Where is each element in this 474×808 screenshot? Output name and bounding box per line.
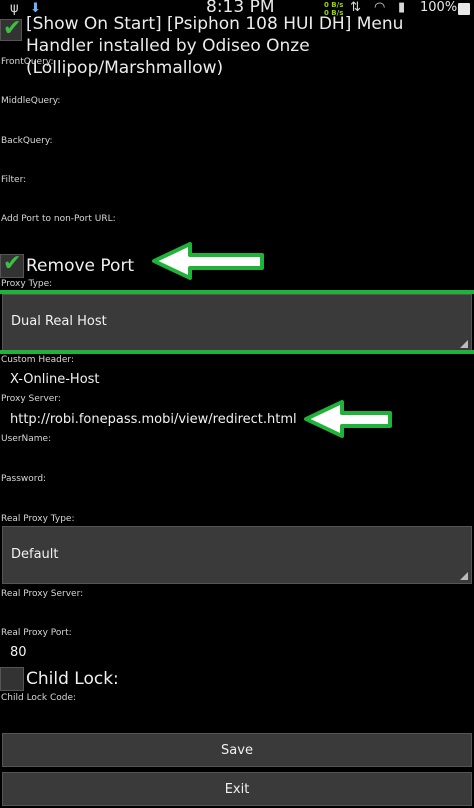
exit-button[interactable]: Exit: [2, 772, 472, 806]
real-proxy-type-label: Real Proxy Type:: [1, 514, 75, 524]
real-proxy-server-label: Real Proxy Server:: [1, 589, 84, 599]
password-input[interactable]: [0, 487, 474, 511]
usb-icon: ψ: [10, 1, 19, 16]
front-query-label: FrontQuery:: [1, 57, 54, 67]
child-lock-checkbox[interactable]: [0, 667, 24, 691]
dropdown-arrow-icon: [460, 340, 468, 348]
dropdown-arrow-icon: [460, 572, 468, 580]
password-label: Password:: [1, 474, 47, 484]
child-lock-code-input[interactable]: [0, 706, 474, 730]
proxy-type-label: Proxy Type:: [1, 279, 53, 289]
add-port-label: Add Port to non-Port URL:: [1, 214, 116, 224]
custom-header-label: Custom Header:: [1, 355, 74, 365]
real-proxy-type-value: Default: [11, 547, 59, 562]
checkmark-icon: ✔: [3, 16, 22, 41]
proxy-type-select[interactable]: Dual Real Host: [2, 294, 472, 352]
filter-input[interactable]: [0, 188, 474, 212]
child-lock-code-label: Child Lock Code:: [1, 693, 77, 703]
remove-port-label: Remove Port: [26, 256, 135, 276]
username-label: UserName:: [1, 434, 52, 444]
username-input[interactable]: [0, 447, 474, 471]
back-query-input[interactable]: [0, 149, 474, 173]
custom-header-input[interactable]: X-Online-Host: [10, 372, 100, 387]
front-query-input[interactable]: [0, 70, 474, 94]
real-proxy-server-input[interactable]: [0, 602, 474, 626]
proxy-type-value: Dual Real Host: [11, 314, 107, 329]
checkmark-icon: ✔: [3, 251, 22, 276]
save-button[interactable]: Save: [2, 733, 472, 767]
annotation-arrow-icon: [304, 400, 392, 438]
show-on-start-checkbox[interactable]: ✔: [0, 16, 22, 41]
filter-label: Filter:: [1, 175, 27, 185]
middle-query-input[interactable]: [0, 109, 474, 133]
proxy-server-label: Proxy Server:: [1, 394, 61, 404]
annotation-arrow-icon: [152, 242, 264, 280]
real-proxy-type-select[interactable]: Default: [2, 526, 472, 584]
net-speed-up: 0 B/s: [324, 1, 344, 9]
real-proxy-port-label: Real Proxy Port:: [1, 628, 72, 638]
middle-query-label: MiddleQuery:: [1, 96, 61, 106]
back-query-label: BackQuery:: [1, 136, 53, 146]
real-proxy-port-input[interactable]: 80: [10, 645, 27, 660]
proxy-server-input[interactable]: http://robi.fonepass.mobi/view/redirect.…: [10, 412, 297, 427]
remove-port-checkbox[interactable]: ✔: [0, 251, 24, 278]
child-lock-label: Child Lock:: [26, 669, 119, 689]
